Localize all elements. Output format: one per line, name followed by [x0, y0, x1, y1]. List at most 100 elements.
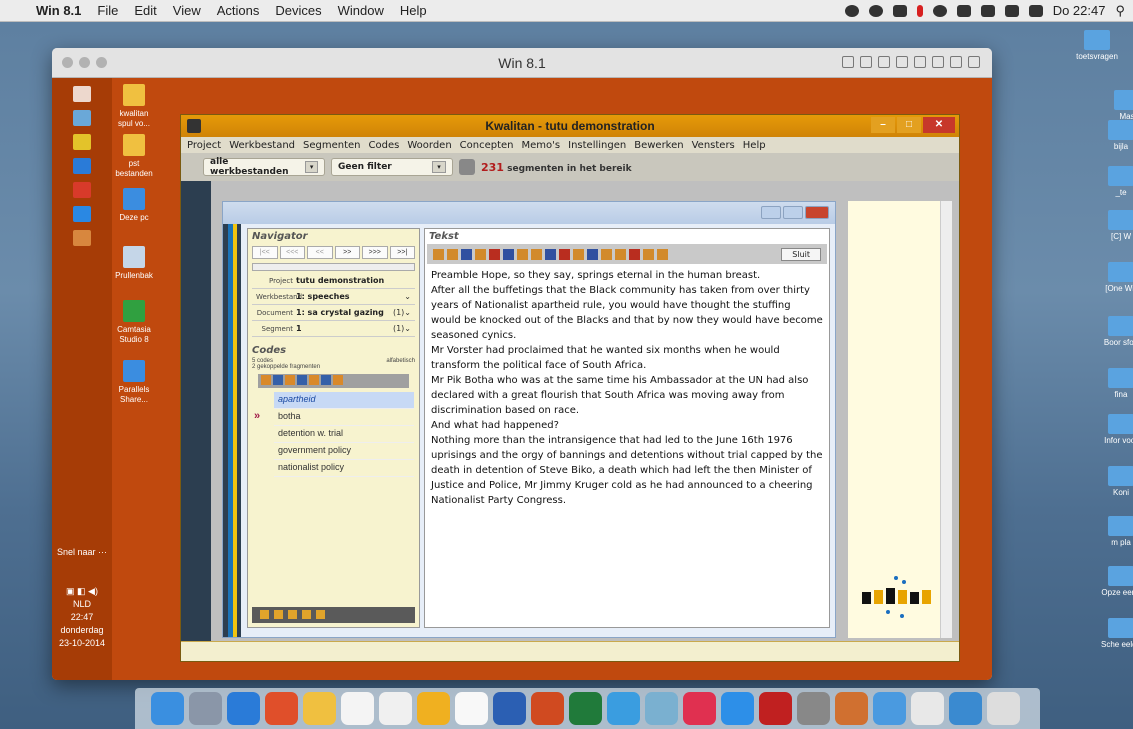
- ie-icon[interactable]: [73, 158, 91, 174]
- desktop-icon-parallels[interactable]: Parallels Share...: [112, 360, 156, 405]
- menu-edit[interactable]: Edit: [126, 3, 164, 18]
- nav-first-button[interactable]: |<<: [252, 246, 278, 259]
- contacts-icon[interactable]: [417, 692, 450, 725]
- code-item-government-policy[interactable]: government policy: [274, 443, 414, 460]
- segment-row[interactable]: Segment 1 (1) ⌄: [252, 321, 415, 337]
- mac-desktop-icon[interactable]: m pla: [1095, 516, 1133, 548]
- menu-app-name[interactable]: Win 8.1: [28, 3, 89, 18]
- doc-icon[interactable]: [433, 248, 444, 260]
- mac-desktop-icon[interactable]: Opze een..: [1095, 566, 1133, 598]
- code-tool-icon[interactable]: [309, 375, 319, 385]
- documents-icon[interactable]: [911, 692, 944, 725]
- footer-tool-icon[interactable]: [302, 610, 311, 619]
- desktop-icon-kwalitan[interactable]: kwalitan spul vo...: [112, 84, 156, 129]
- sort-icon[interactable]: [285, 375, 295, 385]
- chevron-down-icon[interactable]: ⌄: [404, 292, 411, 301]
- code-item-nationalist-policy[interactable]: nationalist policy: [274, 460, 414, 477]
- battery-icon[interactable]: [1028, 4, 1043, 17]
- kwalitan-icon[interactable]: [73, 230, 91, 246]
- footer-tool-icon[interactable]: [316, 610, 325, 619]
- menu-memos[interactable]: Memo's: [518, 140, 565, 151]
- sound-icon[interactable]: [932, 56, 944, 68]
- export-icon[interactable]: [629, 248, 640, 260]
- menu-view[interactable]: View: [165, 3, 209, 18]
- menu-woorden[interactable]: Woorden: [403, 140, 455, 151]
- menu-vensters[interactable]: Vensters: [688, 140, 739, 151]
- desktop-icon-recycle[interactable]: Prullenbak: [112, 246, 156, 281]
- code-icon[interactable]: [559, 248, 570, 260]
- mac-desktop-icon[interactable]: Mas: [1101, 90, 1133, 122]
- folder-icon[interactable]: [914, 56, 926, 68]
- app-icon[interactable]: [73, 134, 91, 150]
- a-icon[interactable]: [489, 248, 500, 260]
- excel-icon[interactable]: [569, 692, 602, 725]
- codes-sort[interactable]: alfabetisch: [386, 358, 415, 364]
- werkbestand-row[interactable]: Werkbestand 1: speeches ⌄: [252, 289, 415, 305]
- snel-naar[interactable]: Snel naar ···: [52, 546, 112, 559]
- mac-desktop-icon[interactable]: bijla: [1095, 120, 1133, 152]
- navigator-scrollbar[interactable]: [252, 263, 415, 271]
- menu-file[interactable]: File: [89, 3, 126, 18]
- mac-desktop-icon[interactable]: Sche eeld..: [1095, 618, 1133, 650]
- wifi-icon[interactable]: [980, 4, 995, 17]
- mac-desktop-icon[interactable]: [C] W: [1095, 210, 1133, 242]
- language[interactable]: NLD: [52, 598, 112, 611]
- close-button[interactable]: [805, 206, 829, 219]
- edit-icon[interactable]: [601, 248, 612, 260]
- clock[interactable]: Do 22:47: [1053, 3, 1106, 18]
- code-item-botha[interactable]: » botha: [254, 409, 414, 426]
- footer-tool-icon[interactable]: [274, 610, 283, 619]
- maximize-button[interactable]: [783, 206, 803, 219]
- vertical-scrollbar[interactable]: [940, 201, 952, 638]
- time-machine-icon[interactable]: [932, 4, 947, 17]
- close-button[interactable]: ✕: [923, 117, 955, 133]
- mac-desktop-icon[interactable]: Boor sfor.: [1095, 316, 1133, 348]
- status-icon[interactable]: [868, 4, 883, 17]
- menu-actions[interactable]: Actions: [209, 3, 268, 18]
- mac-desktop-icon[interactable]: toetsvragen: [1071, 30, 1123, 62]
- app-icon[interactable]: [73, 206, 91, 222]
- nav-next-button[interactable]: >>: [334, 246, 360, 259]
- finder-icon[interactable]: [151, 692, 184, 725]
- menu-window[interactable]: Window: [330, 3, 392, 18]
- segment-text[interactable]: Preamble Hope, so they say, springs eter…: [425, 264, 829, 512]
- app-icon[interactable]: [607, 692, 640, 725]
- desktop-icon-pst[interactable]: pst bestanden: [112, 134, 156, 179]
- code-icon[interactable]: [517, 248, 528, 260]
- code-tool-icon[interactable]: [297, 375, 307, 385]
- mic-icon[interactable]: [860, 56, 872, 68]
- save-icon[interactable]: [643, 248, 654, 260]
- code-tool-icon[interactable]: [273, 375, 283, 385]
- menu-codes[interactable]: Codes: [365, 140, 404, 151]
- spotlight-icon[interactable]: ⚲: [1115, 3, 1125, 19]
- notes-icon[interactable]: [303, 692, 336, 725]
- tray-icons[interactable]: ▣ ◧ ◀): [52, 585, 112, 598]
- menu-bewerken[interactable]: Bewerken: [630, 140, 687, 151]
- filter-icon[interactable]: [459, 159, 475, 175]
- app-icon[interactable]: [73, 110, 91, 126]
- volume-icon[interactable]: [1004, 4, 1019, 17]
- code-tool-icon[interactable]: [261, 375, 271, 385]
- nav-prev-button[interactable]: <<: [307, 246, 333, 259]
- trash-icon[interactable]: [987, 692, 1020, 725]
- pause-icon[interactable]: [916, 4, 923, 17]
- menu-concepten[interactable]: Concepten: [456, 140, 518, 151]
- status-icon[interactable]: [844, 4, 859, 17]
- desktop-icon-this-pc[interactable]: Deze pc: [112, 188, 156, 223]
- status-icon[interactable]: [892, 4, 907, 17]
- reminders-icon[interactable]: [379, 692, 412, 725]
- nav-next-doc-button[interactable]: >>>: [362, 246, 388, 259]
- chevron-down-icon[interactable]: ⌄: [404, 308, 411, 317]
- menu-segmenten[interactable]: Segmenten: [299, 140, 365, 151]
- mac-desktop-icon[interactable]: _te: [1095, 166, 1133, 198]
- sluit-button[interactable]: Sluit: [781, 247, 821, 261]
- link-icon[interactable]: [503, 248, 514, 260]
- document-row[interactable]: Document 1: sa crystal gazing (1) ⌄: [252, 305, 415, 321]
- info-icon[interactable]: [615, 248, 626, 260]
- itunes-icon[interactable]: [683, 692, 716, 725]
- app-icon[interactable]: [73, 182, 91, 198]
- chevron-down-icon[interactable]: ⌄: [404, 324, 411, 333]
- vm-titlebar[interactable]: Win 8.1: [52, 48, 992, 78]
- filter-select[interactable]: Geen filter ▾: [331, 158, 453, 176]
- mac-desktop-icon[interactable]: Koni: [1095, 466, 1133, 498]
